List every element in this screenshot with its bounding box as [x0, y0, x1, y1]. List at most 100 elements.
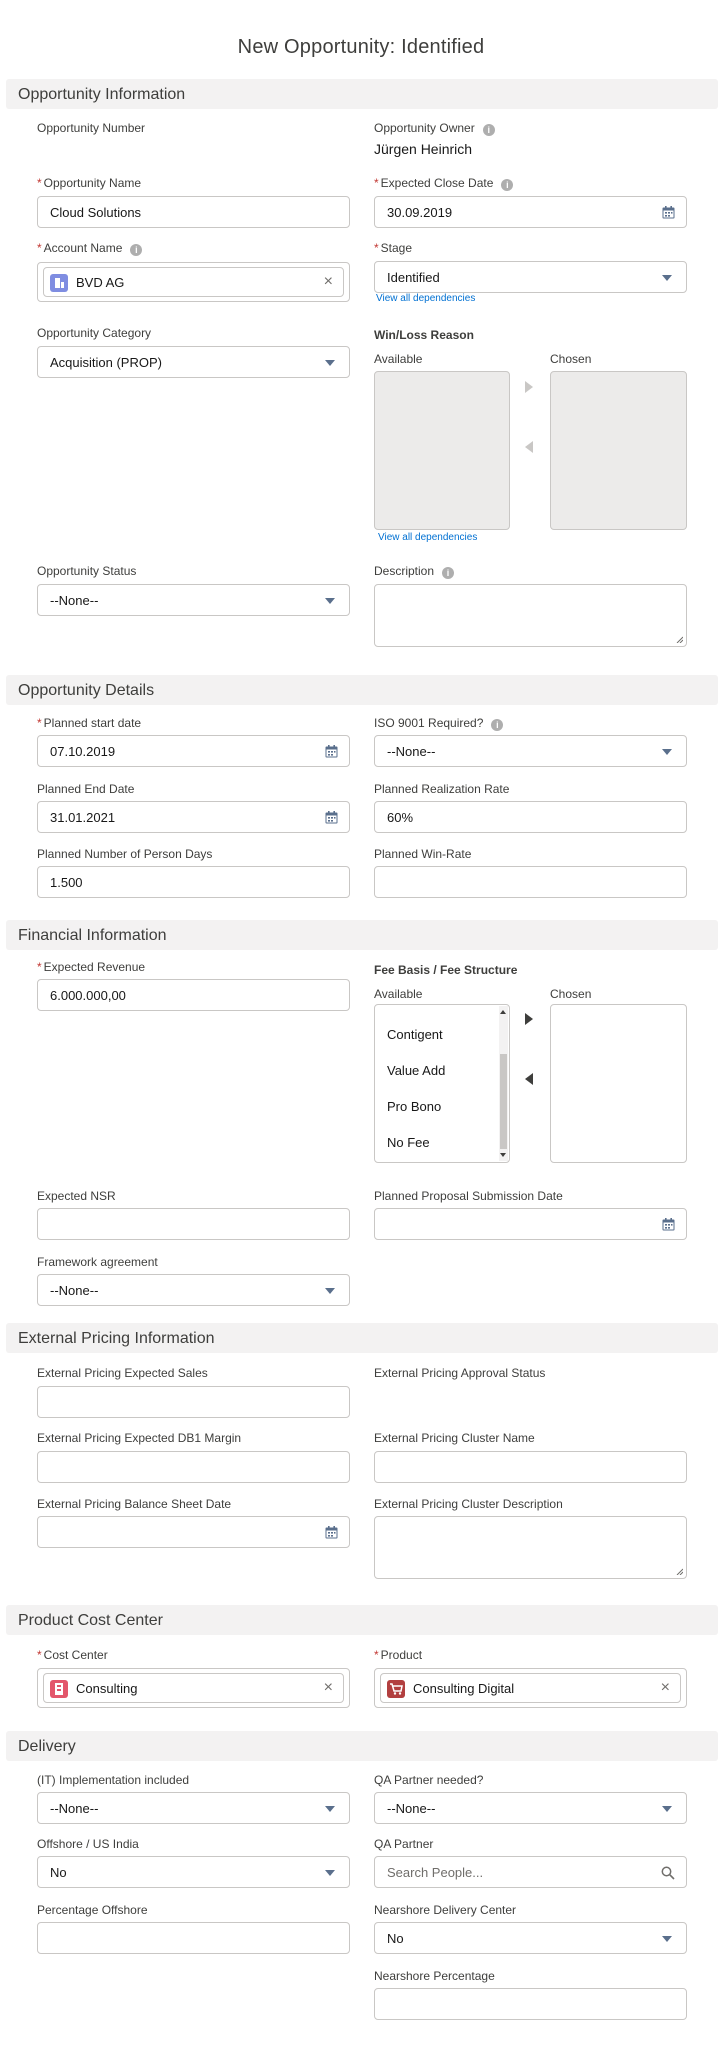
product-pill[interactable]: Consulting Digital ×: [380, 1673, 681, 1703]
ext-cluster-name-label: External Pricing Cluster Name: [374, 1431, 535, 1445]
chosen-label: Chosen: [550, 987, 592, 1001]
clear-icon[interactable]: ×: [324, 273, 333, 291]
move-right-icon[interactable]: [525, 1013, 533, 1025]
qa-partner-needed-label: QA Partner needed?: [374, 1773, 484, 1787]
expected-close-date-label: * Expected Close Date i: [374, 176, 514, 191]
product-lookup[interactable]: Consulting Digital ×: [374, 1668, 687, 1708]
dropdown-caret-icon: [662, 1936, 672, 1942]
section-product-cost-center[interactable]: Product Cost Center: [6, 1605, 718, 1635]
move-right-icon[interactable]: [525, 381, 533, 393]
qa-partner-search-input[interactable]: Search People...: [374, 1856, 687, 1888]
view-all-dependencies-link[interactable]: View all dependencies: [376, 293, 475, 304]
nearshore-percentage-input[interactable]: [374, 1988, 687, 2020]
calendar-icon[interactable]: [662, 206, 675, 219]
clear-icon[interactable]: ×: [661, 1679, 670, 1697]
ext-cluster-name-input[interactable]: [374, 1451, 687, 1483]
planned-end-date-input[interactable]: 31.01.2021: [37, 801, 350, 833]
section-opportunity-information[interactable]: Opportunity Information: [6, 79, 718, 109]
ext-balance-sheet-date-label: External Pricing Balance Sheet Date: [37, 1497, 232, 1511]
list-item[interactable]: Value Add: [387, 1063, 445, 1078]
dropdown-caret-icon: [325, 1806, 335, 1812]
planned-realization-rate-input[interactable]: 60%: [374, 801, 687, 833]
opportunity-category-select[interactable]: Acquisition (PROP): [37, 346, 350, 378]
ext-cluster-description-textarea[interactable]: [374, 1516, 687, 1579]
info-icon[interactable]: i: [482, 124, 495, 136]
percentage-offshore-input[interactable]: [37, 1922, 350, 1954]
description-textarea[interactable]: [374, 584, 687, 647]
win-loss-chosen-list[interactable]: [550, 371, 687, 530]
fee-available-list[interactable]: Contigent Value Add Pro Bono No Fee: [374, 1004, 510, 1163]
section-opportunity-details[interactable]: Opportunity Details: [6, 675, 718, 705]
move-left-icon[interactable]: [525, 1073, 533, 1085]
ext-cluster-description-label: External Pricing Cluster Description: [374, 1497, 563, 1511]
section-title: Opportunity Details: [18, 682, 155, 699]
offshore-select[interactable]: No: [37, 1856, 350, 1888]
account-name-lookup[interactable]: BVD AG ×: [37, 262, 350, 302]
move-left-icon[interactable]: [525, 441, 533, 453]
planned-person-days-label: Planned Number of Person Days: [37, 847, 213, 861]
section-delivery[interactable]: Delivery: [6, 1731, 718, 1761]
info-icon[interactable]: i: [442, 567, 455, 579]
list-item[interactable]: Contigent: [387, 1027, 443, 1042]
calendar-icon[interactable]: [325, 811, 338, 824]
scrollbar[interactable]: [499, 1006, 508, 1161]
expected-revenue-label: * Expected Revenue: [37, 960, 146, 974]
opportunity-name-input[interactable]: Cloud Solutions: [37, 196, 350, 228]
expected-nsr-label: Expected NSR: [37, 1189, 116, 1203]
dropdown-caret-icon: [662, 1806, 672, 1812]
ext-expected-sales-input[interactable]: [37, 1386, 350, 1418]
dropdown-caret-icon: [325, 360, 335, 366]
section-title: External Pricing Information: [18, 1330, 215, 1347]
available-label: Available: [374, 987, 423, 1001]
ext-db1-margin-input[interactable]: [37, 1451, 350, 1483]
info-icon[interactable]: i: [491, 719, 504, 731]
scroll-thumb[interactable]: [500, 1054, 507, 1149]
expected-nsr-input[interactable]: [37, 1208, 350, 1240]
calendar-icon[interactable]: [325, 1526, 338, 1539]
cost-center-lookup[interactable]: Consulting ×: [37, 1668, 350, 1708]
calendar-icon[interactable]: [325, 745, 338, 758]
account-pill[interactable]: BVD AG ×: [43, 267, 344, 297]
section-financial-information[interactable]: Financial Information: [6, 920, 718, 950]
expected-revenue-input[interactable]: 6.000.000,00: [37, 979, 350, 1011]
calendar-icon[interactable]: [662, 1218, 675, 1231]
qa-partner-needed-select[interactable]: --None--: [374, 1792, 687, 1824]
planned-win-rate-input[interactable]: [374, 866, 687, 898]
opportunity-owner-label: Opportunity Owner i: [374, 121, 495, 136]
fee-chosen-list[interactable]: [550, 1004, 687, 1163]
resize-grip-icon[interactable]: [676, 1568, 683, 1575]
it-implementation-select[interactable]: --None--: [37, 1792, 350, 1824]
it-implementation-label: (IT) Implementation included: [37, 1773, 190, 1787]
expected-close-date-input[interactable]: 30.09.2019: [374, 196, 687, 228]
offshore-label: Offshore / US India: [37, 1837, 139, 1851]
framework-agreement-select[interactable]: --None--: [37, 1274, 350, 1306]
section-external-pricing[interactable]: External Pricing Information: [6, 1323, 718, 1353]
proposal-submission-date-label: Planned Proposal Submission Date: [374, 1189, 563, 1203]
opportunity-status-select[interactable]: --None--: [37, 584, 350, 616]
info-icon[interactable]: i: [501, 179, 514, 191]
framework-agreement-label: Framework agreement: [37, 1255, 158, 1269]
planned-end-date-label: Planned End Date: [37, 782, 135, 796]
ext-approval-status-label: External Pricing Approval Status: [374, 1366, 546, 1380]
nearshore-delivery-center-select[interactable]: No: [374, 1922, 687, 1954]
cost-center-pill[interactable]: Consulting ×: [43, 1673, 344, 1703]
page-title: New Opportunity: Identified: [237, 36, 485, 58]
scroll-down-icon[interactable]: [500, 1153, 506, 1157]
planned-start-date-input[interactable]: 07.10.2019: [37, 735, 350, 767]
iso-9001-select[interactable]: --None--: [374, 735, 687, 767]
list-item[interactable]: No Fee: [387, 1135, 430, 1150]
planned-realization-rate-label: Planned Realization Rate: [374, 782, 510, 796]
dropdown-caret-icon: [325, 598, 335, 604]
resize-grip-icon[interactable]: [676, 636, 683, 643]
section-title: Opportunity Information: [18, 86, 186, 103]
stage-select[interactable]: Identified: [374, 261, 687, 293]
scroll-up-icon[interactable]: [500, 1010, 506, 1014]
clear-icon[interactable]: ×: [324, 1679, 333, 1697]
proposal-submission-date-input[interactable]: [374, 1208, 687, 1240]
view-all-dependencies-link[interactable]: View all dependencies: [378, 532, 477, 543]
info-icon[interactable]: i: [130, 244, 143, 256]
win-loss-available-list[interactable]: [374, 371, 510, 530]
planned-person-days-input[interactable]: 1.500: [37, 866, 350, 898]
list-item[interactable]: Pro Bono: [387, 1099, 441, 1114]
ext-balance-sheet-date-input[interactable]: [37, 1516, 350, 1548]
